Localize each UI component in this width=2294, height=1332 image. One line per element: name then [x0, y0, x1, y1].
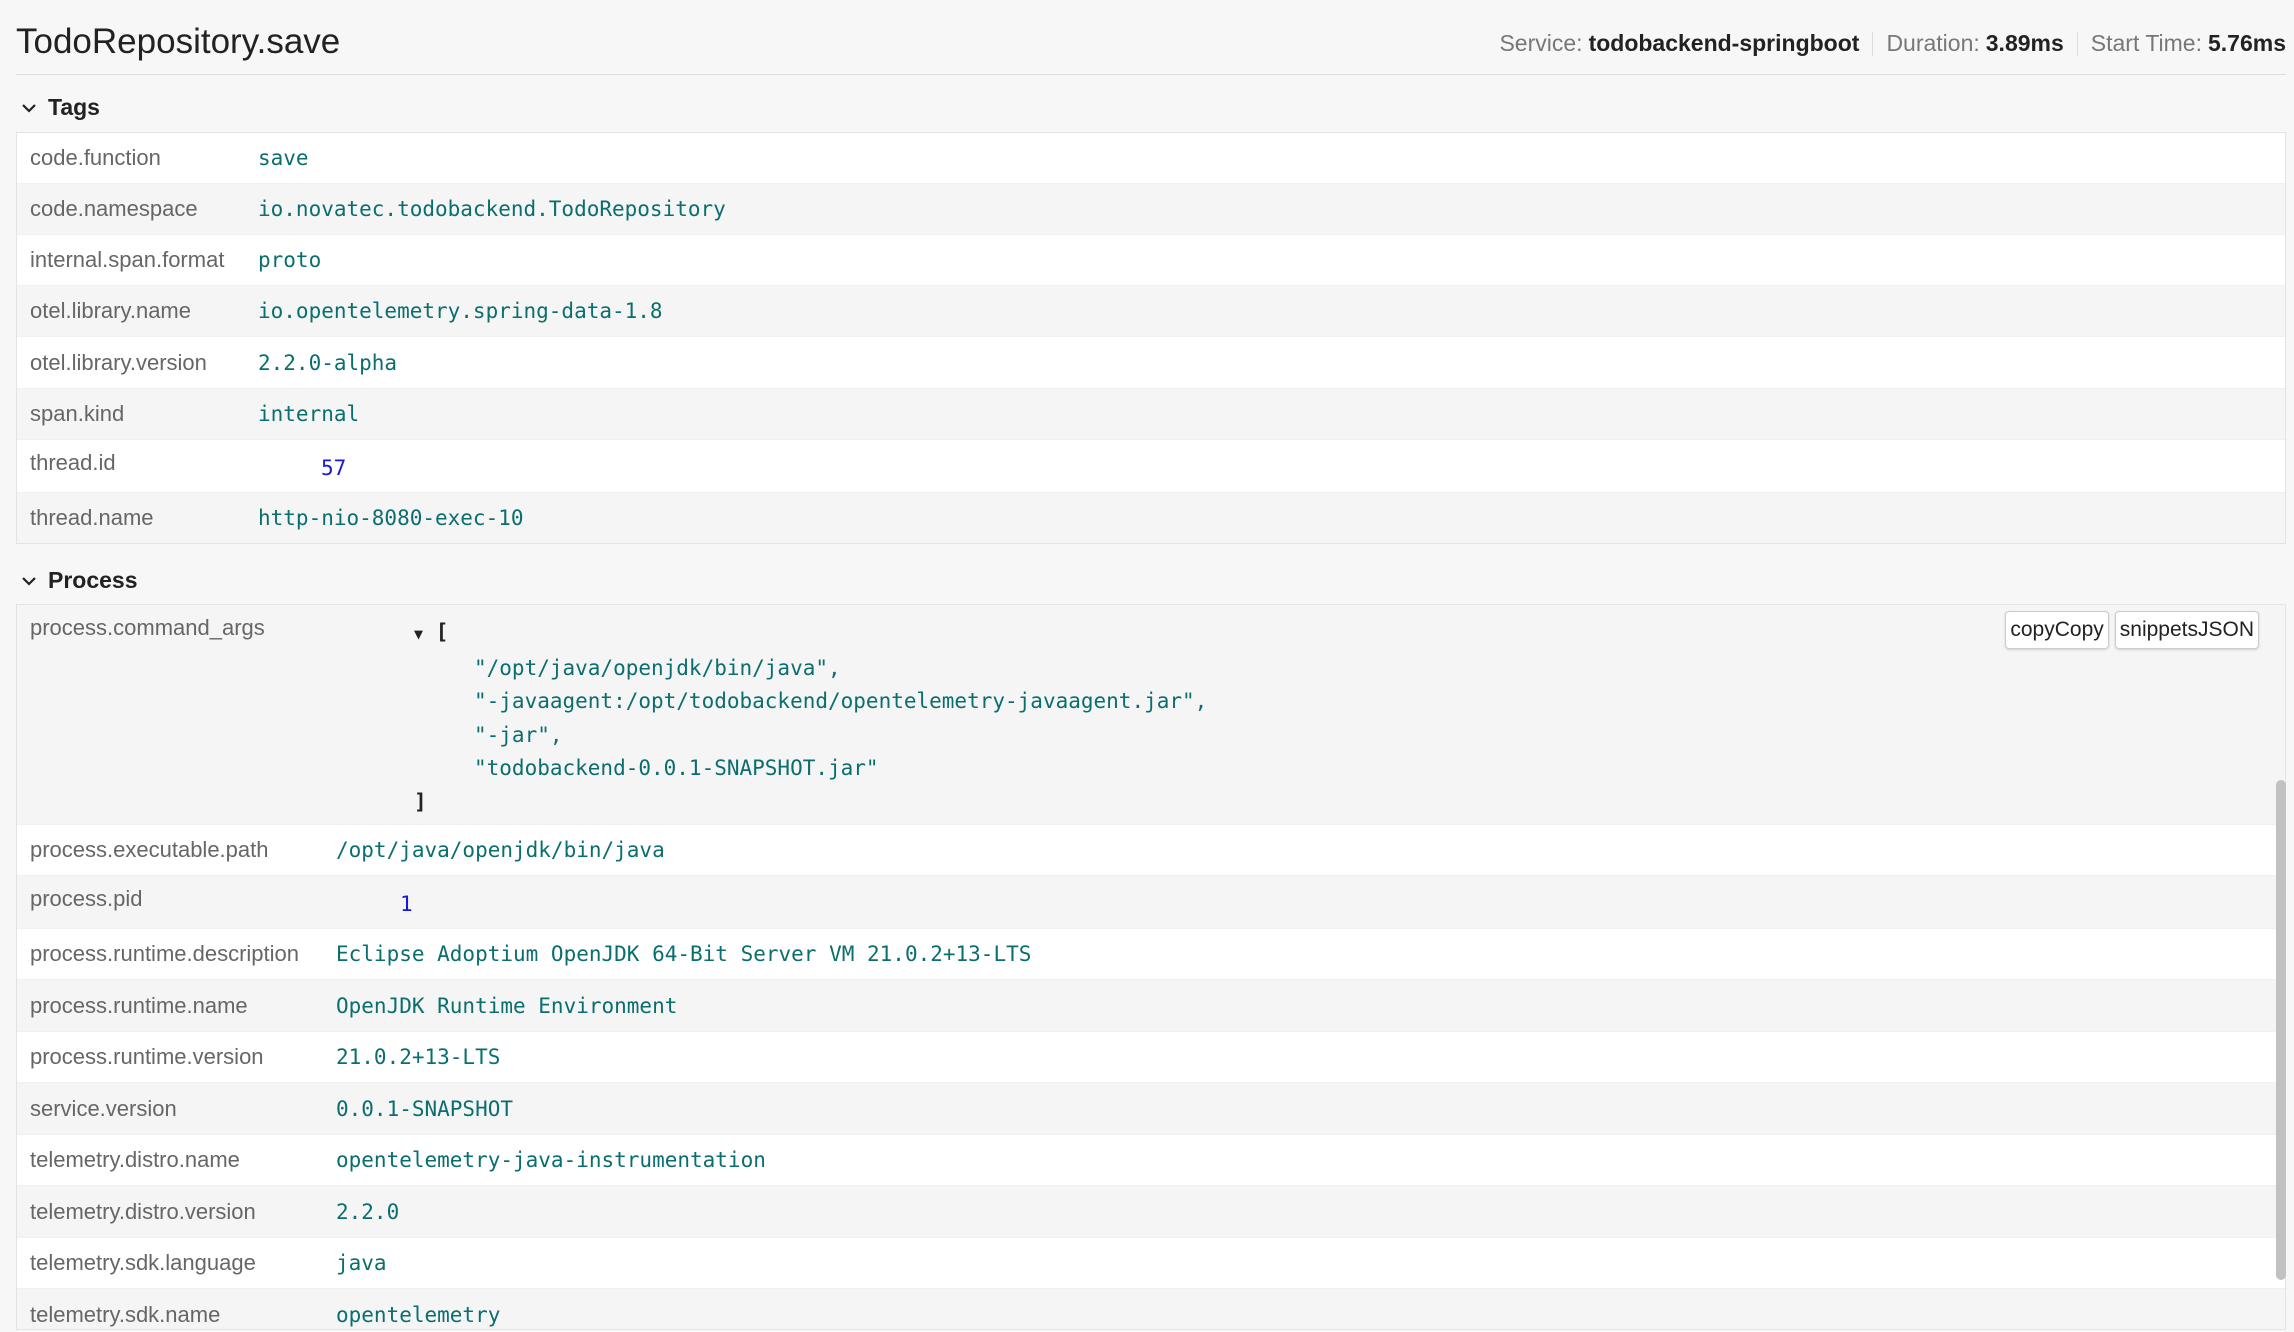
tag-key: internal.span.format: [30, 247, 225, 272]
service-value: todobackend-springboot: [1588, 30, 1860, 56]
tag-key: code.function: [30, 145, 161, 170]
tag-key: process.runtime.version: [30, 1044, 264, 1069]
span-header: TodoRepository.save Service: todobackend…: [16, 18, 2286, 75]
tag-value: 1: [400, 892, 413, 916]
table-row: process.pid 1: [17, 876, 2285, 929]
table-row: telemetry.sdk.name opentelemetry: [17, 1289, 2285, 1329]
copy-buttons: copyCopy snippetsJSON: [2005, 611, 2259, 649]
table-row: telemetry.distro.name opentelemetry-java…: [17, 1135, 2285, 1186]
tag-key: thread.id: [30, 450, 116, 475]
tag-key: telemetry.sdk.language: [30, 1250, 256, 1275]
tag-value: java: [336, 1251, 387, 1275]
json-item: "-javaagent:/opt/todobackend/opentelemet…: [474, 689, 1208, 713]
tag-key: process.runtime.description: [30, 941, 300, 966]
process-table: process.command_args ▼ [ "/opt/java/open…: [16, 604, 2286, 1330]
tag-value: proto: [258, 248, 322, 272]
tag-key: process.executable.path: [30, 837, 269, 862]
tag-key: otel.library.version: [30, 349, 207, 375]
tag-value: OpenJDK Runtime Environment: [336, 993, 678, 1018]
tag-key: span.kind: [30, 401, 125, 426]
process-section-toggle[interactable]: Process: [18, 567, 138, 594]
tag-value: save: [258, 146, 309, 170]
tags-section-toggle[interactable]: Tags: [18, 94, 100, 121]
tag-key: otel.library.name: [30, 298, 191, 323]
chevron-down-icon: [22, 103, 36, 113]
table-row: process.command_args ▼ [ "/opt/java/open…: [17, 605, 2285, 825]
copy-button[interactable]: copyCopy: [2005, 611, 2109, 649]
tag-key: telemetry.distro.name: [30, 1147, 240, 1172]
table-row: process.executable.path /opt/java/openjd…: [17, 825, 2285, 876]
table-row: service.version 0.0.1-SNAPSHOT: [17, 1083, 2285, 1135]
json-close-bracket: ]: [414, 789, 427, 814]
tag-key: process.pid: [30, 886, 143, 911]
tag-value: /opt/java/openjdk/bin/java: [336, 838, 665, 862]
divider: [2076, 31, 2078, 56]
tags-heading: Tags: [48, 94, 100, 120]
duration-value: 3.89ms: [1985, 30, 2064, 56]
chevron-down-icon: [22, 576, 36, 586]
table-row: telemetry.distro.version 2.2.0: [17, 1186, 2285, 1238]
tag-value: opentelemetry-java-instrumentation: [336, 1148, 766, 1172]
tag-key: telemetry.distro.version: [30, 1198, 256, 1224]
duration-label: Duration:: [1886, 30, 1980, 56]
scrollbar-thumb[interactable]: [2276, 780, 2286, 1280]
table-row: otel.library.version 2.2.0-alpha: [17, 337, 2285, 389]
json-item: "/opt/java/openjdk/bin/java",: [474, 655, 841, 680]
tag-key: code.namespace: [30, 196, 198, 221]
service-label: Service:: [1499, 30, 1583, 56]
json-item: "-jar",: [474, 722, 563, 747]
table-row: span.kind internal: [17, 389, 2285, 440]
start-time-value: 5.76ms: [2207, 30, 2286, 56]
tag-value: Eclipse Adoptium OpenJDK 64-Bit Server V…: [336, 942, 1032, 966]
json-open-bracket: [: [435, 620, 449, 644]
table-row: thread.name http-nio-8080-exec-10: [17, 493, 2285, 543]
tag-key: telemetry.sdk.name: [30, 1301, 221, 1327]
tag-value: internal: [258, 402, 360, 426]
table-row: code.namespace io.novatec.todobackend.To…: [17, 184, 2285, 235]
table-row: thread.id 57: [17, 440, 2285, 493]
tag-value: io.opentelemetry.spring-data-1.8: [258, 299, 663, 323]
tag-value: opentelemetry: [336, 1302, 501, 1327]
tag-value: 2.2.0: [336, 1199, 400, 1224]
tag-key: service.version: [30, 1095, 177, 1121]
tag-value: 57: [321, 456, 347, 480]
start-time-label: Start Time:: [2090, 30, 2202, 56]
table-row: process.runtime.name OpenJDK Runtime Env…: [17, 980, 2285, 1032]
tag-value: 21.0.2+13-LTS: [336, 1045, 501, 1069]
json-viewer: ▼ [ "/opt/java/openjdk/bin/java", "-java…: [390, 605, 1207, 819]
span-title: TodoRepository.save: [16, 22, 341, 61]
collapse-toggle-icon[interactable]: ▼: [414, 625, 423, 643]
span-meta: Service: todobackend-springboot Duration…: [1499, 30, 2286, 57]
table-row: process.runtime.version 21.0.2+13-LTS: [17, 1032, 2285, 1083]
tags-table: code.function save code.namespace io.nov…: [16, 132, 2286, 544]
table-row: telemetry.sdk.language java: [17, 1238, 2285, 1289]
table-row: code.function save: [17, 133, 2285, 184]
tag-value: 0.0.1-SNAPSHOT: [336, 1096, 514, 1121]
tag-value: io.novatec.todobackend.TodoRepository: [258, 197, 726, 221]
tag-key: thread.name: [30, 505, 154, 530]
table-row: internal.span.format proto: [17, 235, 2285, 286]
process-heading: Process: [48, 567, 138, 593]
json-button[interactable]: snippetsJSON: [2114, 611, 2259, 649]
table-row: process.runtime.description Eclipse Adop…: [17, 929, 2285, 980]
tag-value: http-nio-8080-exec-10: [258, 506, 524, 530]
tag-value: 2.2.0-alpha: [258, 350, 398, 375]
divider: [1872, 31, 1874, 56]
json-item: "todobackend-0.0.1-SNAPSHOT.jar": [474, 756, 879, 780]
tag-key: process.runtime.name: [30, 992, 248, 1018]
tag-key: process.command_args: [30, 615, 265, 640]
table-row: otel.library.name io.opentelemetry.sprin…: [17, 286, 2285, 337]
